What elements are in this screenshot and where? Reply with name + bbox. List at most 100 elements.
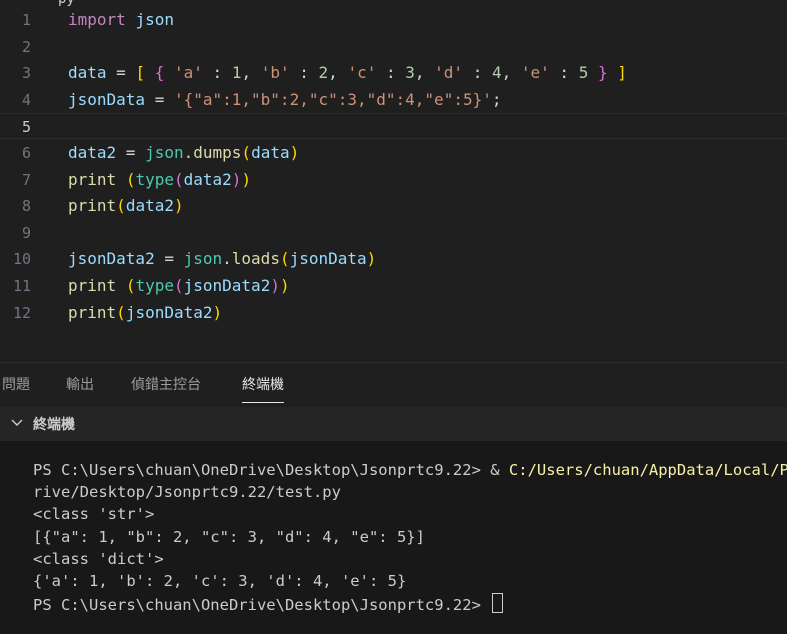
- code-token: ]: [617, 63, 627, 83]
- code-token: 4: [491, 63, 502, 83]
- code-line[interactable]: 1 import json: [0, 7, 787, 33]
- code-token: ,: [328, 63, 348, 83]
- code-token: ): [173, 196, 184, 216]
- terminal-line: {'a': 1, 'b': 2, 'c': 3, 'd': 4, 'e': 5}: [33, 572, 407, 590]
- terminal-command-path: C:/Users/chuan/AppData/Local/Programs/Py…: [508, 461, 787, 479]
- line-number: 12: [12, 303, 31, 322]
- code-token: ): [231, 169, 242, 189]
- code-token: (: [173, 169, 184, 189]
- code-token: ): [241, 169, 252, 189]
- code-token: import: [68, 10, 126, 29]
- code-token: (: [279, 249, 290, 269]
- line-number: 6: [21, 144, 31, 162]
- code-token: }: [597, 63, 608, 83]
- tab-problems[interactable]: 問題: [2, 375, 30, 399]
- code-token: 'e': [520, 63, 550, 83]
- chevron-down-icon[interactable]: [10, 416, 24, 430]
- code-token: :: [549, 63, 579, 83]
- code-line[interactable]: 2: [0, 34, 787, 60]
- code-line[interactable]: 5: [0, 113, 787, 140]
- code-token: ;: [491, 89, 502, 109]
- code-token: print: [68, 196, 117, 216]
- code-token: :: [376, 63, 406, 83]
- code-token: ): [279, 276, 290, 295]
- terminal-view[interactable]: PS C:\Users\chuan\OneDrive\Desktop\Jsonp…: [0, 441, 787, 634]
- code-line[interactable]: 8 print(data2): [0, 193, 787, 219]
- code-token: data2: [125, 196, 174, 216]
- code-line[interactable]: 4 jsonData = '{"a":1,"b":2,"c":3,"d":4,"e…: [0, 87, 787, 113]
- code-token: ,: [501, 63, 521, 83]
- code-text: jsonData = '{"a":1,"b":2,"c":3,"d":4,"e"…: [68, 87, 502, 113]
- line-number: 11: [12, 277, 31, 295]
- code-token: 1: [231, 63, 242, 83]
- code-token: jsonData2: [125, 302, 213, 322]
- code-line[interactable]: 12 print(jsonData2): [0, 300, 787, 326]
- panel-tab-bar: 問題 輸出 偵錯主控台 終端機: [0, 363, 787, 407]
- terminal-line: PS C:\Users\chuan\OneDrive\Desktop\Jsonp…: [33, 459, 787, 481]
- code-token: .: [183, 143, 194, 162]
- code-token: data: [68, 63, 107, 83]
- code-line[interactable]: 10 jsonData2 = json.loads(jsonData): [0, 246, 787, 272]
- code-token: =: [106, 63, 136, 83]
- code-token: ,: [241, 63, 261, 83]
- code-line[interactable]: 9: [0, 220, 787, 246]
- code-token: json: [135, 10, 174, 29]
- code-token: 'c': [347, 63, 377, 83]
- terminal-section-header[interactable]: 終端機: [0, 407, 787, 441]
- code-token: json: [145, 143, 184, 162]
- code-token: data: [251, 143, 290, 162]
- code-token: =: [154, 249, 184, 269]
- code-token: 2: [318, 63, 329, 83]
- code-token: data2: [183, 169, 232, 189]
- tab-debug-console[interactable]: 偵錯主控台: [131, 375, 201, 399]
- code-token: ,: [414, 63, 435, 83]
- line-number: 10: [12, 250, 31, 269]
- code-token: =: [116, 143, 146, 162]
- code-text: print (type(jsonData2)): [68, 273, 290, 299]
- terminal-prompt-line[interactable]: PS C:\Users\chuan\OneDrive\Desktop\Jsonp…: [33, 593, 504, 615]
- code-token: loads: [231, 249, 280, 269]
- code-token: .: [222, 249, 232, 269]
- code-token: [: [135, 63, 146, 83]
- code-token: (: [125, 169, 136, 189]
- editor-scrolled-fragment: py: [58, 0, 75, 6]
- line-number: 5: [21, 118, 31, 137]
- code-token: '{"a":1,"b":2,"c":3,"d":4,"e":5}': [173, 89, 492, 109]
- code-token: {: [154, 63, 165, 83]
- terminal-section-title: 終端機: [33, 417, 75, 433]
- line-number: 9: [21, 223, 31, 242]
- code-token: json: [183, 249, 223, 269]
- code-token: (: [116, 302, 126, 322]
- code-token: :: [202, 63, 232, 83]
- code-text: print(jsonData2): [68, 300, 222, 326]
- code-token: ): [366, 249, 377, 269]
- tab-output[interactable]: 輸出: [66, 375, 94, 399]
- line-number: 2: [21, 37, 31, 56]
- code-token: print: [68, 276, 117, 295]
- code-text: data = [ { 'a' : 1, 'b' : 2, 'c' : 3, 'd…: [68, 60, 627, 86]
- tab-terminal[interactable]: 終端機: [242, 375, 284, 403]
- code-token: jsonData: [68, 89, 146, 109]
- code-token: 3: [405, 63, 415, 83]
- code-line[interactable]: 6 data2 = json.dumps(data): [0, 140, 787, 166]
- code-line[interactable]: 11 print (type(jsonData2)): [0, 273, 787, 299]
- code-token: 'b': [260, 63, 290, 83]
- code-token: dumps: [193, 143, 242, 162]
- code-editor[interactable]: py 1import json23data = [ { 'a' : 1, 'b'…: [0, 0, 787, 362]
- code-token: ): [289, 143, 300, 162]
- line-number: 4: [21, 90, 31, 109]
- code-token: type: [135, 276, 174, 295]
- code-token: :: [463, 63, 492, 83]
- code-line[interactable]: 3 data = [ { 'a' : 1, 'b' : 2, 'c' : 3, '…: [0, 60, 787, 86]
- line-number: 1: [21, 11, 31, 29]
- code-token: 'd': [434, 63, 464, 83]
- code-text: jsonData2 = json.loads(jsonData): [68, 246, 376, 272]
- code-line[interactable]: 7 print (type(data2)): [0, 167, 787, 193]
- code-token: ): [212, 302, 223, 322]
